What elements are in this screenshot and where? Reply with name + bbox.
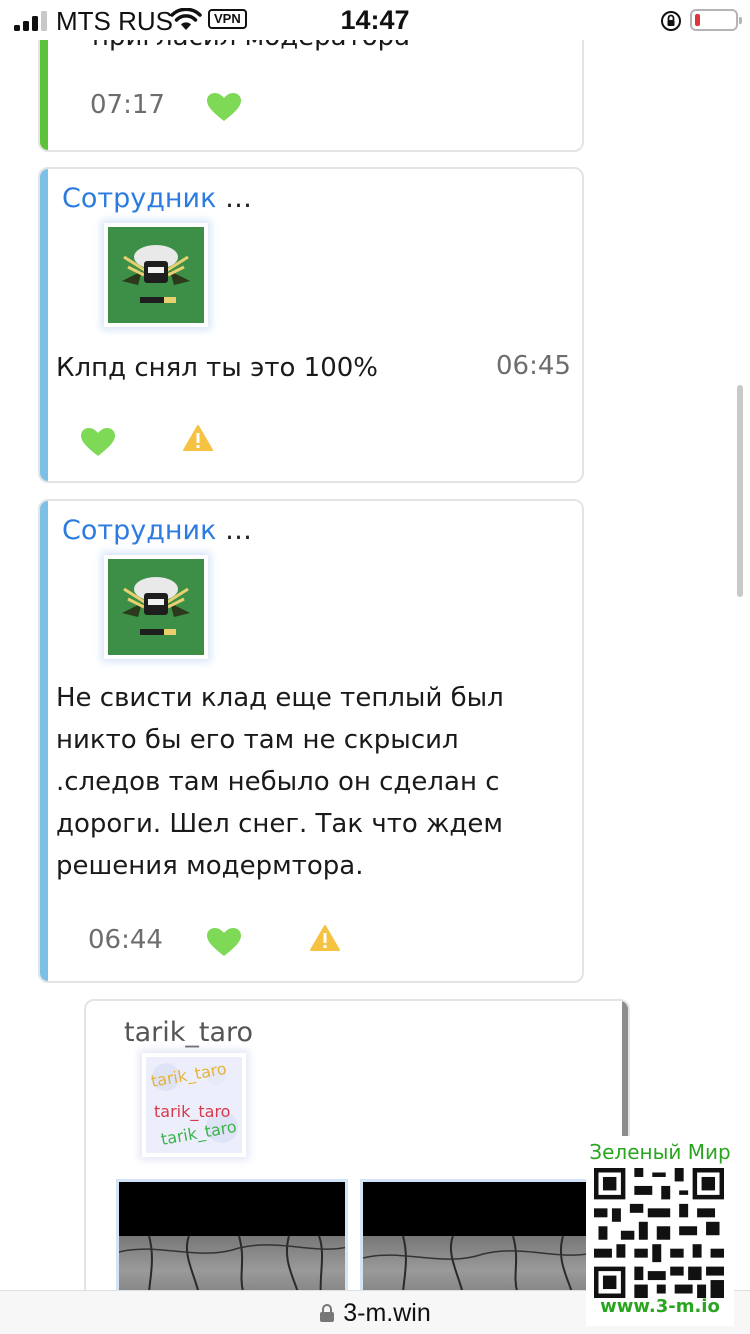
avatar[interactable]: tarik_taro tarik_taro tarik_taro — [142, 1053, 246, 1157]
scrollbar[interactable] — [737, 385, 743, 597]
qr-code-image — [594, 1168, 724, 1298]
author-link[interactable]: Сотрудник … — [62, 515, 252, 546]
heart-icon[interactable] — [206, 92, 242, 122]
url-text[interactable]: 3-m.win — [343, 1299, 431, 1327]
warning-icon[interactable] — [183, 425, 213, 451]
message-feed[interactable]: пригласил модератора 07:17 Сотрудник … — [0, 0, 750, 1334]
avatar-image — [108, 559, 204, 655]
message-text: Не свисти клад еще теплый был никто бы е… — [56, 677, 504, 887]
message-line: .следов там небыло он сделан с — [56, 767, 500, 797]
heart-icon[interactable] — [206, 927, 242, 957]
author-more: … — [225, 183, 252, 214]
message-time: 06:44 — [88, 925, 163, 955]
author-name[interactable]: Сотрудник — [62, 515, 216, 546]
clock: 14:47 — [340, 5, 410, 35]
avatar[interactable] — [104, 223, 208, 327]
heart-icon[interactable] — [80, 427, 116, 457]
warning-icon[interactable] — [310, 925, 340, 951]
watermark-url: www.3-m.io — [600, 1296, 720, 1317]
message-line: Не свисти клад еще теплый был — [56, 683, 504, 713]
watermark-title: Зеленый Мир — [589, 1140, 731, 1164]
message-line: никто бы его там не скрысил — [56, 725, 459, 755]
message-accent-bar — [40, 169, 48, 481]
avatar[interactable] — [104, 555, 208, 659]
author-name[interactable]: Сотрудник — [62, 183, 216, 214]
message-card: tarik_taro tarik_taro tarik_taro tarik_t… — [84, 999, 630, 1334]
message-time: 06:45 — [496, 351, 571, 381]
message-accent-bar — [40, 501, 48, 981]
message-text: Клпд снял ты это 100% — [56, 353, 378, 383]
avatar-image: tarik_taro tarik_taro tarik_taro — [146, 1057, 242, 1153]
rotation-lock-icon — [661, 11, 681, 31]
status-bar: MTS RUS VPN 14:47 — [0, 0, 750, 40]
message-line: решения модермтора. — [56, 851, 364, 881]
author-name[interactable]: tarik_taro — [124, 1017, 253, 1048]
lock-icon — [320, 1304, 335, 1322]
message-card: Сотрудник … Не свисти клад еще теплый бы… — [38, 499, 584, 983]
message-card: Сотрудник … Клпд снял ты это 100% 06:45 — [38, 167, 584, 483]
message-time: 07:17 — [90, 90, 165, 120]
battery-icon — [690, 9, 742, 31]
message-line: дороги. Шел снег. Так что ждем — [56, 809, 504, 839]
author-link[interactable]: Сотрудник … — [62, 183, 252, 214]
watermark: Зеленый Мир www.3-m.io — [586, 1136, 734, 1326]
author-more: … — [225, 515, 252, 546]
avatar-image — [108, 227, 204, 323]
